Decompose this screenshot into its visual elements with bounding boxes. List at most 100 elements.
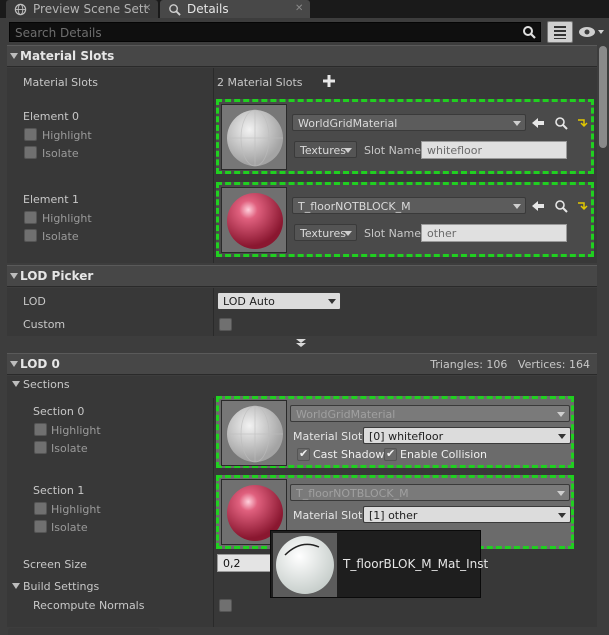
tab-bar: Preview Scene Sett ✕ Details ✕	[0, 0, 609, 18]
screen-size-field[interactable]: 0,2	[217, 554, 277, 572]
material-slot-dropdown[interactable]: [1] other	[363, 506, 571, 523]
section-0-highlight-checkbox[interactable]	[34, 423, 47, 436]
element-0-highlight-checkbox[interactable]	[24, 128, 37, 141]
screen-size-label: Screen Size	[23, 558, 87, 571]
close-icon[interactable]: ✕	[143, 3, 154, 14]
slot-name-field[interactable]: other	[421, 224, 567, 242]
tooltip-thumbnail	[273, 533, 337, 597]
material-slot-label: Material Slot	[293, 430, 363, 443]
element-0-isolate-checkbox[interactable]	[24, 146, 37, 159]
section-0-label: Section 0	[33, 405, 85, 418]
material-name: WorldGridMaterial	[298, 117, 398, 130]
element-0-label: Element 0	[23, 110, 80, 123]
element-1-isolate-checkbox[interactable]	[24, 229, 37, 242]
reset-to-default-icon[interactable]	[575, 116, 589, 130]
material-slots-count: 2 Material Slots	[217, 76, 303, 89]
category-lod-picker[interactable]: LOD Picker	[7, 265, 597, 287]
collapse-arrow-icon	[10, 273, 18, 279]
isolate-label: Isolate	[51, 442, 88, 455]
textures-dropdown[interactable]: Textures	[294, 224, 357, 241]
sphere-checker-icon	[222, 401, 286, 465]
column-divider	[213, 68, 214, 263]
material-slots-label: Material Slots	[23, 76, 98, 89]
material-name: T_floorNOTBLOCK_M	[298, 200, 411, 213]
grid-icon	[554, 26, 566, 39]
cast-shadow-checkbox[interactable]	[297, 447, 310, 461]
slot-name-field[interactable]: whitefloor	[421, 141, 567, 159]
scrollbar-thumb[interactable]	[599, 46, 607, 148]
material-thumbnail[interactable]	[221, 104, 287, 170]
material-thumbnail[interactable]	[221, 400, 287, 466]
enable-collision-label: Enable Collision	[400, 448, 488, 461]
view-options-eye-icon[interactable]	[578, 26, 606, 38]
browse-search-icon[interactable]	[554, 199, 568, 213]
use-selected-arrow-icon[interactable]	[531, 116, 545, 130]
search-icon[interactable]	[522, 25, 536, 39]
textures-label: Textures	[300, 227, 346, 240]
material-slot-dropdown[interactable]: [0] whitefloor	[363, 427, 571, 444]
element-1-highlight-checkbox[interactable]	[24, 211, 37, 224]
tab-details[interactable]: Details ✕	[160, 0, 310, 18]
reset-to-default-icon[interactable]	[575, 199, 589, 213]
search-input[interactable]: Search Details	[9, 22, 541, 42]
textures-dropdown[interactable]: Textures	[294, 141, 357, 158]
slot-name-label: Slot Name	[364, 144, 422, 157]
use-selected-arrow-icon[interactable]	[531, 199, 545, 213]
material-thumbnail[interactable]	[221, 187, 287, 253]
expand-advanced-icon[interactable]	[295, 338, 307, 348]
property-matrix-button[interactable]	[547, 21, 573, 43]
chevron-down-icon	[328, 299, 336, 304]
section-0-isolate-checkbox[interactable]	[34, 441, 47, 454]
isolate-label: Isolate	[42, 230, 79, 243]
material-combo[interactable]: T_floorNOTBLOCK_M	[292, 197, 526, 214]
category-title: LOD Picker	[20, 269, 94, 283]
isolate-label: Isolate	[42, 147, 79, 160]
material-name: WorldGridMaterial	[296, 408, 396, 421]
bottom-tab[interactable]	[8, 628, 160, 635]
sections-collapse-arrow-icon[interactable]	[12, 381, 20, 387]
chevron-down-icon	[344, 148, 352, 153]
material-combo[interactable]: WorldGridMaterial	[292, 114, 526, 131]
globe-icon	[14, 3, 27, 15]
chevron-down-icon	[513, 204, 521, 209]
lod-label: LOD	[23, 295, 46, 308]
tab-label: Preview Scene Sett	[33, 2, 149, 16]
custom-checkbox[interactable]	[219, 318, 232, 331]
column-divider	[213, 288, 214, 336]
category-material-slots[interactable]: Material Slots	[7, 45, 597, 67]
highlight-label: Highlight	[42, 129, 92, 142]
chevron-down-icon	[513, 121, 521, 126]
highlight-label: Highlight	[51, 424, 101, 437]
material-tooltip: T_floorBLOK_M_Mat_Inst	[270, 530, 488, 598]
textures-label: Textures	[300, 144, 346, 157]
highlight-label: Highlight	[51, 503, 101, 516]
enable-collision-checkbox[interactable]	[384, 447, 397, 461]
sections-label: Sections	[23, 378, 70, 391]
element-1-label: Element 1	[23, 193, 80, 206]
chevron-down-icon	[557, 491, 565, 496]
add-plus-icon[interactable]	[323, 75, 335, 87]
category-title: LOD 0	[20, 357, 60, 371]
section-1-highlight-checkbox[interactable]	[34, 502, 47, 515]
lod-dropdown[interactable]: LOD Auto	[217, 292, 341, 310]
section-1-isolate-checkbox[interactable]	[34, 520, 47, 533]
build-settings-collapse-arrow-icon[interactable]	[12, 583, 20, 589]
chevron-down-icon	[344, 231, 352, 236]
cast-shadow-label: Cast Shadow	[313, 448, 385, 461]
chevron-down-icon	[558, 513, 566, 518]
close-icon[interactable]: ✕	[295, 3, 306, 14]
slot-name-label: Slot Name	[364, 227, 422, 240]
details-icon	[169, 3, 181, 16]
lod-value: LOD Auto	[223, 295, 275, 308]
recompute-normals-checkbox[interactable]	[219, 599, 232, 612]
section-material-combo: WorldGridMaterial	[290, 405, 570, 422]
chevron-down-icon	[557, 412, 565, 417]
custom-label: Custom	[23, 318, 66, 331]
collapse-arrow-icon	[10, 53, 18, 59]
tab-preview-scene-settings[interactable]: Preview Scene Sett ✕	[6, 0, 158, 18]
lod-stats: Triangles: 106 Vertices: 164	[430, 358, 590, 371]
search-placeholder: Search Details	[15, 26, 102, 40]
category-lod0[interactable]: LOD 0 Triangles: 106 Vertices: 164	[7, 353, 597, 375]
section-1-label: Section 1	[33, 484, 85, 497]
browse-search-icon[interactable]	[554, 116, 568, 130]
